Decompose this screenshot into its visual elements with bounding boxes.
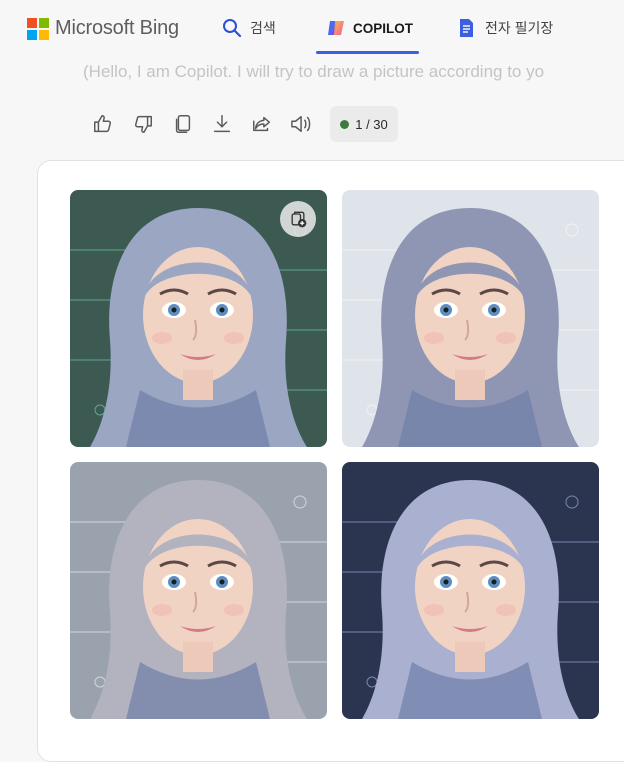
- add-to-collection-icon: [291, 211, 307, 228]
- dislike-button[interactable]: [128, 106, 158, 142]
- nav-notebook-tab[interactable]: 전자 필기장: [457, 16, 553, 40]
- active-tab-indicator: [316, 51, 419, 54]
- nav-notebook-label: 전자 필기장: [485, 20, 554, 36]
- portrait-image: [70, 462, 327, 719]
- download-button[interactable]: [207, 106, 237, 142]
- status-dot-icon: [340, 119, 350, 129]
- like-button[interactable]: [88, 106, 118, 142]
- save-to-collection-button[interactable]: [280, 201, 316, 237]
- nav-search-label: 검색: [250, 20, 276, 36]
- copilot-icon: [328, 21, 344, 35]
- microsoft-logo-icon: [27, 17, 49, 40]
- nav-copilot-tab[interactable]: COPILOT: [326, 16, 413, 40]
- share-icon: [253, 116, 271, 132]
- generated-image-4[interactable]: [342, 462, 599, 719]
- bing-logo[interactable]: Microsoft Bing: [27, 17, 179, 40]
- notebook-icon: [460, 19, 473, 37]
- top-header: Microsoft Bing 검색 COPILOT 전자 필기장: [0, 0, 624, 58]
- message-text-faded: (Hello, I am Copilot. I will try to draw…: [83, 62, 545, 81]
- share-button[interactable]: [247, 106, 277, 142]
- thumbs-up-icon: [94, 115, 112, 133]
- download-icon: [213, 115, 231, 133]
- thumbs-down-icon: [134, 115, 152, 133]
- portrait-image: [342, 190, 599, 447]
- nav-search-tab[interactable]: 검색: [222, 16, 276, 40]
- portrait-image: [342, 462, 599, 719]
- logo-text: Microsoft Bing: [55, 17, 179, 39]
- read-aloud-button[interactable]: [287, 106, 317, 142]
- image-counter-text: 1 / 30: [355, 116, 388, 132]
- image-counter-badge: 1 / 30: [330, 106, 398, 142]
- copy-icon: [175, 115, 191, 133]
- read-aloud-icon: [291, 115, 311, 133]
- nav-copilot-label: COPILOT: [353, 20, 413, 36]
- copy-button[interactable]: [168, 106, 198, 142]
- generated-image-2[interactable]: [342, 190, 599, 447]
- search-icon: [223, 19, 242, 38]
- generated-image-3[interactable]: [70, 462, 327, 719]
